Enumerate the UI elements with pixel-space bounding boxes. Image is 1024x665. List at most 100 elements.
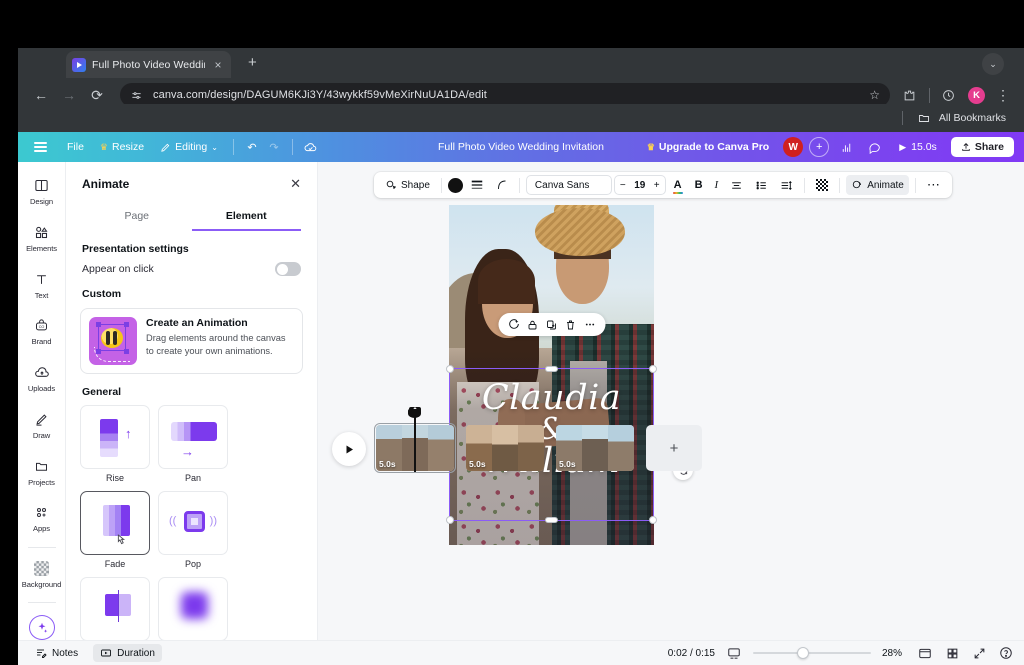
bullet-list-icon[interactable]	[750, 175, 773, 195]
file-menu-button[interactable]: File	[59, 136, 92, 158]
animation-option-pan[interactable]: → Pan	[158, 405, 228, 483]
brand-bag-icon: CO	[34, 317, 49, 334]
all-bookmarks-label[interactable]: All Bookmarks	[939, 112, 1006, 124]
screen: Full Photo Video Wedding Inv × + ⌄ ← → ⟳…	[0, 0, 1024, 665]
card-description: Drag elements around the canvas to creat…	[146, 333, 286, 356]
sidebar-item-background[interactable]: Background	[20, 554, 64, 596]
curve-icon[interactable]	[491, 175, 513, 195]
tab-element[interactable]: Element	[191, 204, 301, 231]
font-family-select[interactable]: Canva Sans	[525, 175, 612, 195]
sidebar-item-uploads[interactable]: Uploads	[20, 358, 64, 400]
sidebar-item-brand[interactable]: CO Brand	[20, 311, 64, 353]
sidebar-item-projects[interactable]: Projects	[20, 451, 64, 493]
fit-screen-icon[interactable]	[726, 645, 742, 661]
resize-handle-bottom[interactable]	[545, 517, 558, 524]
line-weight-icon[interactable]	[465, 175, 489, 195]
close-icon[interactable]: ×	[211, 58, 225, 72]
font-size-stepper[interactable]: − 19 +	[613, 175, 666, 195]
animation-option-blur[interactable]: Blur	[158, 577, 228, 640]
trash-icon[interactable]	[562, 316, 579, 333]
sidebar-item-text[interactable]: Text	[20, 264, 64, 306]
url-text: canva.com/design/DAGUM6KJi3Y/43wykkf59vM…	[153, 89, 487, 101]
shape-button[interactable]: Shape	[380, 175, 435, 195]
preview-button[interactable]: ▶ 15.0s	[891, 138, 945, 156]
animate-button[interactable]: Animate	[846, 175, 909, 195]
sidebar-item-label: Design	[29, 197, 54, 207]
zoom-value[interactable]: 28%	[882, 648, 906, 659]
pen-icon	[34, 411, 49, 428]
hamburger-icon[interactable]	[34, 142, 47, 152]
font-size-value[interactable]: 19	[633, 180, 647, 191]
play-button[interactable]	[332, 432, 366, 466]
canvas-stage[interactable]: Shape Canva Sans − 19 + A B I Animate ⋯ …	[318, 162, 1024, 640]
font-color-A-icon[interactable]: A	[668, 175, 688, 195]
expand-icon[interactable]	[971, 645, 987, 661]
resize-handle-top-right[interactable]	[649, 365, 657, 374]
sidebar-item-elements[interactable]: Elements	[20, 218, 64, 260]
italic-button[interactable]: I	[710, 175, 724, 195]
sidebar-item-draw[interactable]: Draw	[20, 405, 64, 447]
sidebar-item-apps[interactable]: Apps	[20, 498, 64, 540]
animation-option-rise[interactable]: ↑ Rise	[80, 405, 150, 483]
zoom-slider[interactable]	[753, 647, 871, 659]
magic-sparkle-icon[interactable]	[28, 615, 55, 640]
bar-chart-icon[interactable]	[835, 136, 857, 158]
bold-button[interactable]: B	[690, 175, 708, 195]
play-icon: ▶	[899, 141, 907, 152]
resize-button[interactable]: ♛ Resize	[92, 136, 152, 158]
increase-font-size-button[interactable]: +	[654, 180, 660, 191]
playhead[interactable]	[410, 407, 420, 472]
new-tab-button[interactable]: +	[248, 55, 257, 70]
create-animation-card[interactable]: Create an Animation Drag elements around…	[80, 308, 303, 374]
avatar[interactable]: W	[783, 137, 804, 157]
avatar[interactable]: K	[968, 86, 985, 104]
duplicate-icon[interactable]	[543, 316, 560, 333]
animation-option-wipe[interactable]: Wipe	[80, 577, 150, 640]
undo-icon[interactable]: ↶	[241, 136, 263, 158]
transparency-icon[interactable]	[811, 175, 833, 195]
share-button[interactable]: Share	[950, 137, 1014, 157]
resize-handle-top[interactable]	[545, 366, 558, 373]
upgrade-button[interactable]: ♛ Upgrade to Canva Pro	[639, 138, 777, 156]
timeline-page-3[interactable]: 5.0s	[556, 425, 634, 471]
add-collaborator-button[interactable]: +	[809, 137, 830, 157]
decrease-font-size-button[interactable]: −	[620, 180, 626, 191]
color-swatch[interactable]	[447, 177, 463, 193]
close-icon[interactable]: ✕	[290, 176, 301, 192]
zoom-slider-handle[interactable]	[797, 647, 809, 659]
editing-mode-dropdown[interactable]: Editing ⌄	[152, 136, 226, 158]
canvas-page[interactable]: Claudia & William	[446, 205, 657, 545]
duration-button[interactable]: Duration	[93, 644, 162, 662]
status-bar: Notes Duration 0:02 / 0:15 28%	[18, 640, 1024, 665]
browser-tab[interactable]: Full Photo Video Wedding Inv ×	[66, 51, 231, 78]
line-spacing-icon[interactable]	[775, 175, 798, 195]
help-circle-icon[interactable]	[998, 645, 1014, 661]
notes-button[interactable]: Notes	[28, 644, 85, 662]
tab-title: Full Photo Video Wedding Inv	[92, 58, 205, 71]
single-page-icon[interactable]	[917, 645, 933, 661]
page-duration-badge: 5.0s	[469, 459, 486, 469]
cloud-check-icon[interactable]	[300, 136, 322, 158]
add-page-button[interactable]: +	[646, 425, 702, 471]
tab-search-chevron-down-icon[interactable]: ⌄	[982, 53, 1004, 75]
redo-icon[interactable]: ↷	[263, 136, 285, 158]
appear-on-click-toggle[interactable]	[275, 262, 301, 276]
document-title[interactable]: Full Photo Video Wedding Invitation	[438, 141, 604, 153]
bookmark-star-icon[interactable]: ☆	[869, 88, 880, 102]
animate-magic-icon[interactable]	[505, 316, 522, 333]
sidebar-item-design[interactable]: Design	[20, 171, 64, 213]
timeline-page-2[interactable]: 5.0s	[466, 425, 544, 471]
align-center-icon[interactable]	[725, 175, 748, 195]
animation-option-fade[interactable]: Fade	[80, 491, 150, 569]
lock-icon[interactable]	[524, 316, 541, 333]
more-options-button[interactable]: ⋯	[922, 175, 946, 195]
animation-option-pop[interactable]: (()) Pop	[158, 491, 228, 569]
resize-handle-top-left[interactable]	[446, 365, 454, 374]
grid-view-icon[interactable]	[944, 645, 960, 661]
resize-handle-bottom-right[interactable]	[649, 516, 657, 525]
tab-page[interactable]: Page	[82, 204, 192, 231]
folder-icon[interactable]	[917, 105, 931, 131]
chevron-down-icon: ⌄	[211, 142, 218, 152]
more-dots-icon[interactable]	[581, 316, 598, 333]
comment-icon[interactable]	[863, 136, 885, 158]
